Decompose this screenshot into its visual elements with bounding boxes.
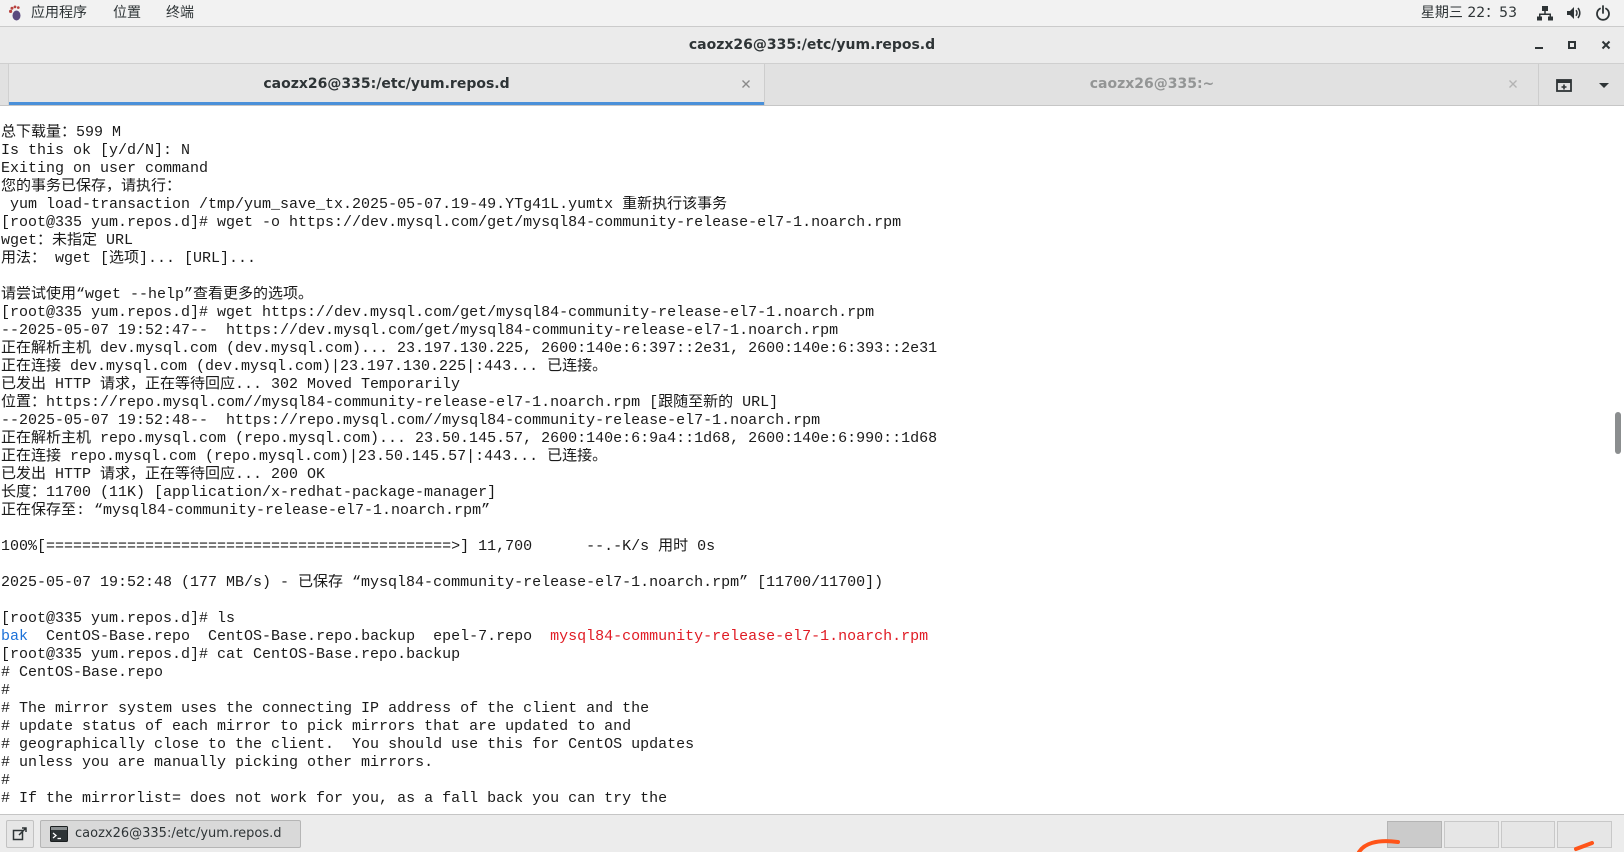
close-button[interactable] bbox=[1598, 37, 1614, 53]
maximize-button[interactable] bbox=[1564, 37, 1580, 53]
terminal-line: 总下载量：599 M bbox=[1, 124, 122, 141]
minimize-button[interactable] bbox=[1531, 37, 1547, 53]
tab-label: caozx26@335:/etc/yum.repos.d bbox=[263, 76, 510, 92]
terminal-line: # geographically close to the client. Yo… bbox=[1, 736, 695, 753]
terminal-line: [root@335 yum.repos.d]# wget https://dev… bbox=[1, 304, 875, 321]
terminal-line: 您的事务已保存，请执行： bbox=[1, 178, 182, 195]
terminal-line: 正在解析主机 repo.mysql.com (repo.mysql.com)..… bbox=[1, 430, 938, 447]
terminal-line: --2025-05-07 19:52:47-- https://dev.mysq… bbox=[1, 322, 839, 339]
network-icon[interactable] bbox=[1537, 5, 1553, 21]
tab-yum-repos[interactable]: caozx26@335:/etc/yum.repos.d bbox=[8, 64, 765, 105]
terminal-text-segment: CentOS-Base.repo CentOS-Base.repo.backup… bbox=[28, 628, 551, 645]
taskbar-window-button[interactable]: caozx26@335:/etc/yum.repos.d bbox=[40, 820, 301, 848]
new-tab-button[interactable] bbox=[1554, 75, 1574, 95]
applications-menu[interactable]: 应用程序 bbox=[31, 0, 87, 26]
terminal-line: Is this ok [y/d/N]: N bbox=[1, 142, 191, 159]
terminal-line: Exiting on user command bbox=[1, 160, 209, 177]
terminal-line: 已发出 HTTP 请求，正在等待回应... 302 Moved Temporar… bbox=[1, 376, 461, 393]
applications-icon[interactable] bbox=[7, 5, 23, 21]
terminal-line: 请尝试使用“wget --help”查看更多的选项。 bbox=[1, 286, 314, 303]
clock[interactable]: 星期三 22：53 bbox=[1421, 0, 1517, 26]
terminal-line: [root@335 yum.repos.d]# cat CentOS-Base.… bbox=[1, 646, 461, 663]
terminal-line: 用法： wget [选项]... [URL]... bbox=[1, 250, 257, 267]
terminal-line: # CentOS-Base.repo bbox=[1, 664, 164, 681]
annotation-scribble bbox=[1357, 839, 1594, 852]
close-icon bbox=[742, 80, 750, 88]
window-title-bar[interactable]: caozx26@335:/etc/yum.repos.d bbox=[0, 27, 1624, 64]
terminal-line: 2025-05-07 19:52:48 (177 MB/s) - 已保存 “my… bbox=[1, 574, 884, 591]
terminal-line: bak CentOS-Base.repo CentOS-Base.repo.ba… bbox=[1, 628, 1606, 646]
power-icon[interactable] bbox=[1595, 5, 1611, 21]
volume-icon[interactable] bbox=[1566, 5, 1582, 21]
terminal-line: wget：未指定 URL bbox=[1, 232, 134, 249]
show-desktop-button[interactable] bbox=[6, 820, 34, 848]
terminal-app-menu[interactable]: 终端 bbox=[166, 0, 194, 26]
terminal-line: 100%[===================================… bbox=[1, 538, 716, 555]
terminal-line: # update status of each mirror to pick m… bbox=[1, 718, 632, 735]
minimize-icon bbox=[1535, 47, 1543, 49]
tab-home[interactable]: caozx26@335:~ bbox=[766, 64, 1539, 105]
terminal-line: --2025-05-07 19:52:48-- https://repo.mys… bbox=[1, 412, 821, 429]
chevron-down-icon bbox=[1599, 83, 1609, 88]
active-tab-indicator bbox=[9, 102, 764, 105]
terminal-line: # bbox=[1, 772, 11, 789]
close-icon bbox=[1601, 40, 1611, 50]
terminal-line: 正在连接 repo.mysql.com (repo.mysql.com)|23.… bbox=[1, 448, 608, 465]
terminal-line: # If the mirrorlist= does not work for y… bbox=[1, 790, 668, 807]
terminal-line: 已发出 HTTP 请求，正在等待回应... 200 OK bbox=[1, 466, 326, 483]
terminal-line: # The mirror system uses the connecting … bbox=[1, 700, 650, 717]
terminal-line: # bbox=[1, 682, 11, 699]
terminal-line: 长度：11700 (11K) [application/x-redhat-pac… bbox=[1, 484, 497, 501]
show-desktop-icon bbox=[12, 827, 27, 841]
terminal-line: 位置：https://repo.mysql.com//mysql84-commu… bbox=[1, 394, 779, 411]
places-menu[interactable]: 位置 bbox=[113, 0, 141, 26]
tab-menu-button[interactable] bbox=[1596, 76, 1612, 94]
top-panel: 应用程序 位置 终端 星期三 22：53 bbox=[0, 0, 1624, 27]
terminal-output: 总下载量：599 M Is this ok [y/d/N]: N Exiting o… bbox=[1, 124, 1606, 808]
terminal-line: 正在保存至: “mysql84-community-release-el7-1.… bbox=[1, 502, 491, 519]
window-title: caozx26@335:/etc/yum.repos.d bbox=[688, 37, 936, 53]
terminal-text-segment: mysql84-community-release-el7-1.noarch.r… bbox=[550, 628, 929, 645]
terminal-icon bbox=[50, 826, 68, 842]
terminal-line: 正在解析主机 dev.mysql.com (dev.mysql.com)... … bbox=[1, 340, 938, 357]
tab-close-button[interactable] bbox=[740, 78, 752, 90]
scrollbar-thumb[interactable] bbox=[1615, 412, 1621, 454]
tab-bar: caozx26@335:/etc/yum.repos.d caozx26@335… bbox=[0, 64, 1624, 106]
tab-label: caozx26@335:~ bbox=[1089, 76, 1215, 92]
terminal-text-segment: bak bbox=[1, 628, 29, 645]
terminal-line: [root@335 yum.repos.d]# ls bbox=[1, 610, 236, 627]
taskbar-window-label: caozx26@335:/etc/yum.repos.d bbox=[75, 826, 282, 841]
terminal-line: 正在连接 dev.mysql.com (dev.mysql.com)|23.19… bbox=[1, 358, 608, 375]
terminal-line: # unless you are manually picking other … bbox=[1, 754, 434, 771]
tab-close-button[interactable] bbox=[1507, 78, 1519, 90]
terminal-line: yum load-transaction /tmp/yum_save_tx.20… bbox=[1, 196, 728, 213]
maximize-icon bbox=[1568, 41, 1576, 49]
terminal-line: [root@335 yum.repos.d]# wget -o https://… bbox=[1, 214, 902, 231]
close-icon bbox=[1509, 80, 1517, 88]
terminal-view[interactable]: 总下载量：599 M Is this ok [y/d/N]: N Exiting o… bbox=[0, 106, 1624, 814]
new-tab-icon bbox=[1556, 79, 1572, 92]
